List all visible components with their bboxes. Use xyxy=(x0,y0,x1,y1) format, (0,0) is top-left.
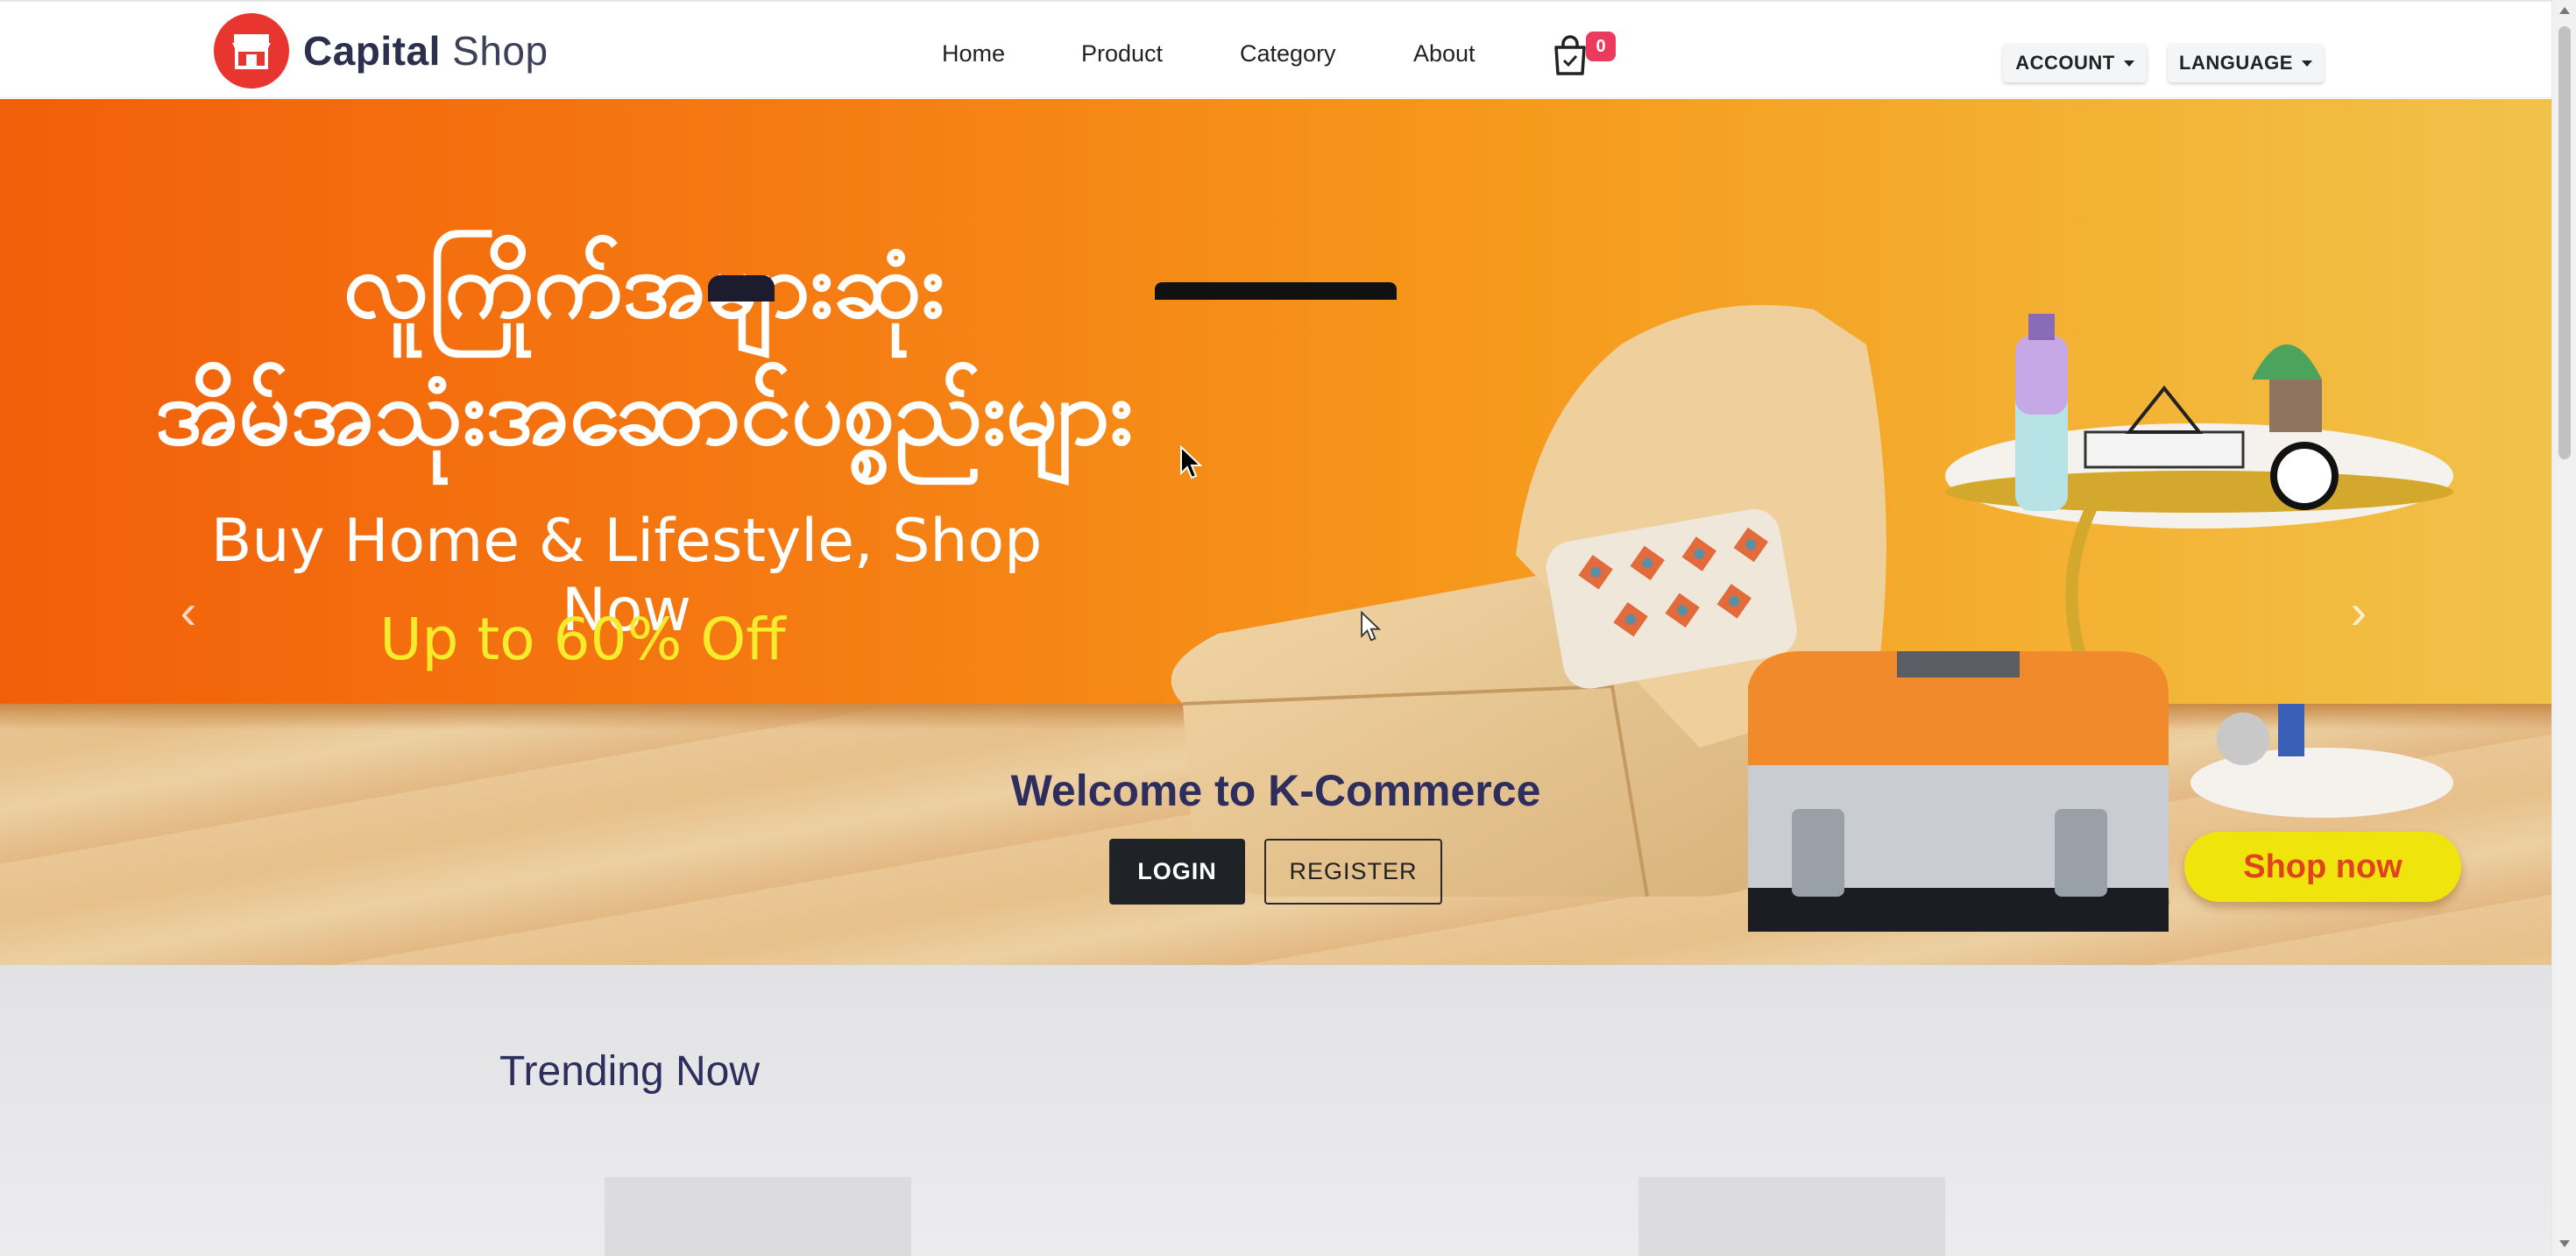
language-dropdown[interactable]: LANGUAGE xyxy=(2168,44,2324,82)
language-dropdown-label: LANGUAGE xyxy=(2179,52,2293,74)
caret-down-icon xyxy=(2123,60,2134,67)
product-card[interactable] xyxy=(605,1177,911,1256)
hero-headline-myanmar-2: အိမ်အသုံးအဆောင်ပစ္စည်းများ xyxy=(155,358,1133,465)
scroll-down-icon[interactable] xyxy=(2559,1240,2570,1247)
mouse-cursor-icon xyxy=(1180,445,1202,479)
trending-section: Trending Now xyxy=(0,965,2551,1256)
trending-title: Trending Now xyxy=(499,1048,761,1095)
nav-product-link[interactable]: Product xyxy=(1081,40,1163,67)
product-thumbnail xyxy=(1155,282,1397,300)
hero-carousel: လူကြိုက်အများဆုံး အိမ်အသုံးအဆောင်ပစ္စည်း… xyxy=(0,99,2551,965)
nav-category-link[interactable]: Category xyxy=(1240,40,1336,67)
cart-icon[interactable] xyxy=(1551,35,1589,77)
mouse-cursor-icon xyxy=(1361,611,1381,642)
caret-down-icon xyxy=(2301,60,2312,67)
app-window: Capital Shop Home Product Category About… xyxy=(0,0,2576,1256)
register-button[interactable]: REGISTER xyxy=(1264,839,1442,905)
product-thumbnail xyxy=(708,275,775,302)
login-button[interactable]: LOGIN xyxy=(1109,839,1245,905)
scroll-up-icon[interactable] xyxy=(2559,7,2570,14)
carousel-next-icon[interactable]: › xyxy=(2341,585,2376,638)
welcome-heading: Welcome to K-Commerce xyxy=(1010,766,1541,815)
hero-headline-myanmar-1: လူကြိုက်အများဆုံး xyxy=(343,231,945,338)
top-navbar: Capital Shop Home Product Category About… xyxy=(0,0,2551,98)
product-card[interactable] xyxy=(1638,1177,1945,1256)
hero-discount: Up to 60% Off xyxy=(379,606,786,673)
nav-home-link[interactable]: Home xyxy=(942,40,1005,67)
scrollbar-thumb[interactable] xyxy=(2558,26,2571,459)
cart-count-badge: 0 xyxy=(1586,32,1616,61)
nav-about-link[interactable]: About xyxy=(1413,40,1476,67)
account-dropdown[interactable]: ACCOUNT xyxy=(2003,44,2147,82)
vertical-scrollbar[interactable] xyxy=(2551,0,2576,1256)
shop-now-banner-button: Shop now xyxy=(2184,832,2461,902)
account-dropdown-label: ACCOUNT xyxy=(2015,52,2115,74)
carousel-prev-icon[interactable]: ‹ xyxy=(171,585,206,638)
